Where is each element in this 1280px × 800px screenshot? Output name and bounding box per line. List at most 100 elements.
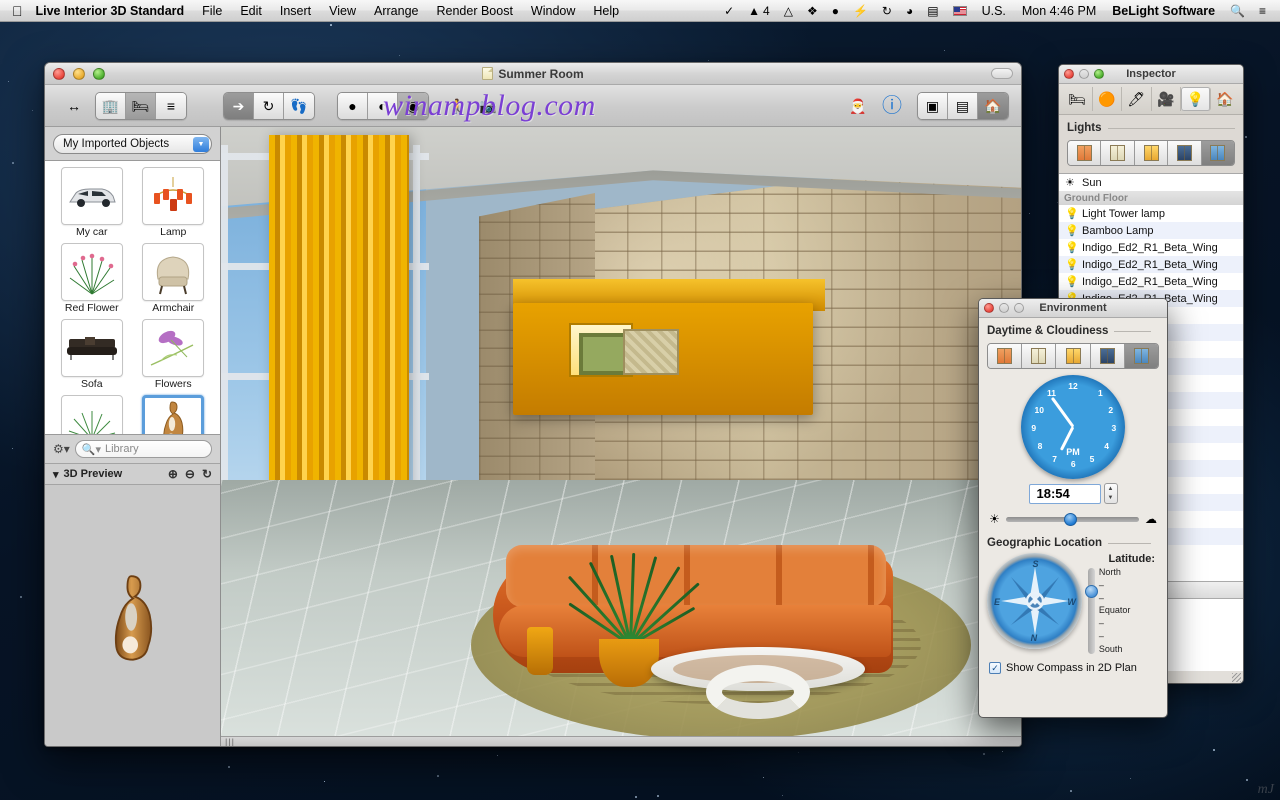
close-button[interactable] <box>53 68 65 80</box>
input-source-label[interactable]: U.S. <box>975 0 1013 22</box>
evening-icon[interactable] <box>1056 344 1090 368</box>
3d-view-icon[interactable]: 🏠 <box>978 93 1008 119</box>
apple-menu-icon[interactable]:  <box>0 4 34 18</box>
list-item[interactable]: 💡 Light Tower lamp <box>1059 205 1243 222</box>
tab-building[interactable]: 🏠 <box>1211 87 1240 111</box>
show-compass-checkbox[interactable]: ✓ <box>989 662 1001 674</box>
split-view-icon[interactable]: ▤ <box>948 93 978 119</box>
chevron-down-icon[interactable]: ▼ <box>193 137 209 152</box>
list-item[interactable]: Lamp <box>135 167 213 241</box>
stepper-up-icon[interactable]: ▲ <box>1108 486 1114 492</box>
bulb-on-icon[interactable]: 💡 <box>1065 207 1076 220</box>
inspector-titlebar[interactable]: Inspector <box>1059 65 1243 84</box>
day-icon[interactable] <box>1022 344 1056 368</box>
menu-view[interactable]: View <box>320 0 365 22</box>
search-icon[interactable]: 🔍 <box>1224 0 1251 22</box>
time-input[interactable]: 18:54 <box>1029 484 1101 504</box>
environment-titlebar[interactable]: Environment <box>979 299 1167 318</box>
tab-object[interactable]: 🛏 <box>1063 87 1093 111</box>
night-icon[interactable] <box>1168 141 1201 165</box>
adobe-icon[interactable]: ▲ 4 <box>742 0 776 22</box>
latitude-slider-knob[interactable] <box>1085 585 1098 598</box>
menu-app-name[interactable]: Live Interior 3D Standard <box>34 0 194 22</box>
minimize-button[interactable] <box>73 68 85 80</box>
list-item[interactable]: Flowers <box>135 319 213 393</box>
menu-file[interactable]: File <box>193 0 231 22</box>
battery-icon[interactable]: ▤ <box>921 0 944 22</box>
zoom-out-icon[interactable]: ⊖ <box>185 467 195 481</box>
evernote-icon[interactable]: ● <box>826 0 845 22</box>
time-of-day-clock[interactable]: 12 1 2 3 4 5 6 7 8 9 10 11 PM <box>1021 375 1125 479</box>
evening-icon[interactable] <box>1135 141 1168 165</box>
environment-zoom-button[interactable] <box>1014 303 1024 313</box>
inspector-close-button[interactable] <box>1064 69 1074 79</box>
list-icon[interactable]: ≡ <box>156 93 186 119</box>
list-item[interactable]: ☀ Sun <box>1059 174 1243 191</box>
list-item[interactable]: 💡 Indigo_Ed2_R1_Beta_Wing <box>1059 239 1243 256</box>
furniture-icon[interactable]: 🛏 <box>126 93 156 119</box>
list-icon[interactable]: ≡ <box>1253 0 1272 22</box>
back-forward-icon[interactable]: ↔ <box>59 93 89 119</box>
dropbox-icon[interactable]: ❖ <box>801 0 824 22</box>
list-item[interactable]: Bush <box>53 395 131 435</box>
bulb-off-icon[interactable]: 💡 <box>1065 275 1076 288</box>
zoom-in-icon[interactable]: ⊕ <box>168 467 178 481</box>
list-item[interactable]: 💡 Indigo_Ed2_R1_Beta_Wing <box>1059 256 1243 273</box>
menu-edit[interactable]: Edit <box>231 0 271 22</box>
info-icon[interactable]: ⓘ <box>877 93 907 119</box>
tab-edit[interactable]: 🖊 <box>1122 87 1152 111</box>
compass-control[interactable]: S W N E <box>987 553 1082 649</box>
menu-help[interactable]: Help <box>584 0 628 22</box>
inspector-zoom-button[interactable] <box>1094 69 1104 79</box>
flash-icon[interactable]: ⚡ <box>847 0 874 22</box>
rotate-icon[interactable]: ↻ <box>254 93 284 119</box>
disclosure-triangle-icon[interactable]: ▾ <box>53 468 59 481</box>
list-item[interactable]: Red Flower <box>53 243 131 317</box>
bulb-off-icon[interactable]: 💡 <box>1065 241 1076 254</box>
list-item[interactable]: 💡 Indigo_Ed2_R1_Beta_Wing <box>1059 273 1243 290</box>
tab-camera[interactable]: 🎥 <box>1152 87 1182 111</box>
walk-feet-icon[interactable]: 👣 <box>284 93 314 119</box>
environment-close-button[interactable] <box>984 303 994 313</box>
toolbar-toggle-button[interactable] <box>991 68 1013 79</box>
santa-icon[interactable]: 🎅 <box>843 93 873 119</box>
stepper-down-icon[interactable]: ▼ <box>1108 495 1114 501</box>
environment-minimize-button[interactable] <box>999 303 1009 313</box>
zoom-button[interactable] <box>93 68 105 80</box>
rotate-icon[interactable]: ↻ <box>202 467 212 481</box>
list-item[interactable]: Sofa <box>53 319 131 393</box>
time-stepper[interactable]: ▲ ▼ <box>1104 483 1118 504</box>
bulb-off-icon[interactable]: 💡 <box>1065 224 1076 237</box>
show-compass-row[interactable]: ✓ Show Compass in 2D Plan <box>987 662 1159 674</box>
night-icon[interactable] <box>1091 344 1125 368</box>
library-collection-popup[interactable]: My Imported Objects ▼ <box>53 134 212 154</box>
building-icon[interactable]: 🏢 <box>96 93 126 119</box>
2d-plan-icon[interactable]: ▣ <box>918 93 948 119</box>
menu-render-boost[interactable]: Render Boost <box>427 0 521 22</box>
viewport-resize-grip[interactable]: ||| <box>221 736 1021 747</box>
custom-time-icon[interactable] <box>1125 344 1158 368</box>
list-item[interactable]: 💡 Bamboo Lamp <box>1059 222 1243 239</box>
clock-minute-hand[interactable] <box>1051 397 1074 428</box>
arrow-icon[interactable]: ➔ <box>224 93 254 119</box>
drive-icon[interactable]: △ <box>778 0 799 22</box>
flat-shading-icon[interactable]: ● <box>338 93 368 119</box>
custom-time-icon[interactable] <box>1202 141 1234 165</box>
clock-icon[interactable]: ↻ <box>876 0 898 22</box>
menu-insert[interactable]: Insert <box>271 0 320 22</box>
day-icon[interactable] <box>1101 141 1134 165</box>
preview-3d-area[interactable] <box>45 485 220 747</box>
list-item[interactable]: Armchair <box>135 243 213 317</box>
menu-arrange[interactable]: Arrange <box>365 0 427 22</box>
inspector-minimize-button[interactable] <box>1079 69 1089 79</box>
3d-viewport[interactable]: ||| <box>221 127 1021 747</box>
list-item[interactable]: My car <box>53 167 131 241</box>
window-titlebar[interactable]: Summer Room <box>45 63 1021 85</box>
tab-material[interactable]: 🟠 <box>1093 87 1123 111</box>
checkmark-icon[interactable]: ✓ <box>718 0 740 22</box>
menu-bar-clock[interactable]: Mon 4:46 PM <box>1015 0 1103 22</box>
bulb-off-icon[interactable]: 💡 <box>1065 258 1076 271</box>
morning-icon[interactable] <box>988 344 1022 368</box>
gear-icon[interactable]: ⚙▾ <box>53 442 70 456</box>
menu-window[interactable]: Window <box>522 0 584 22</box>
